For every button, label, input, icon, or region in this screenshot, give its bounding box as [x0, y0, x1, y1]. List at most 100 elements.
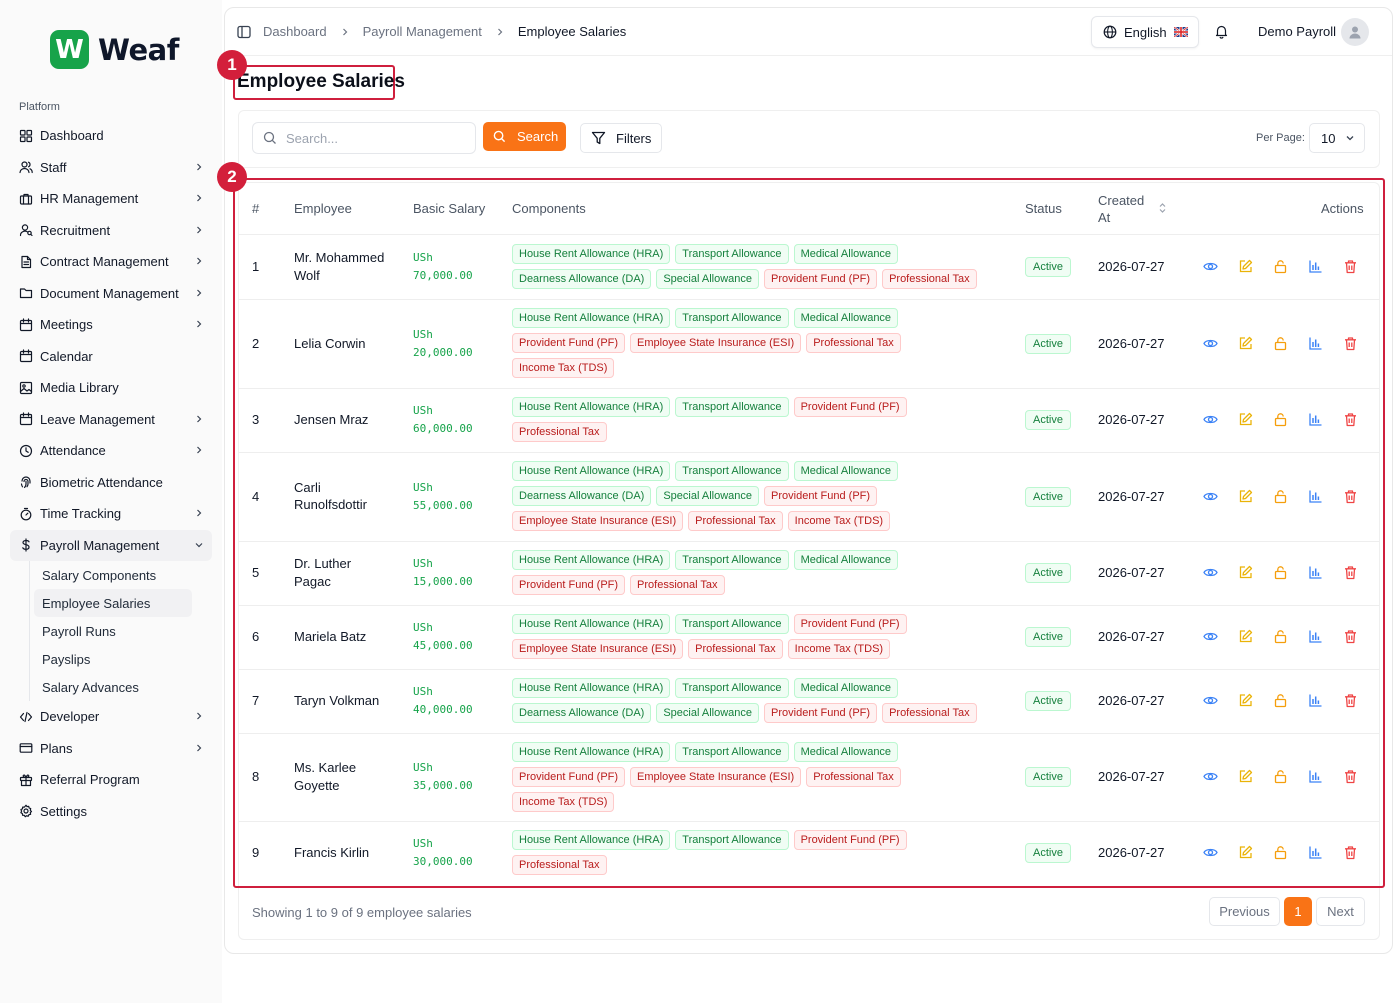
chevron-down-icon — [1347, 136, 1354, 141]
language-label: English — [1124, 24, 1167, 40]
search-field[interactable] — [252, 122, 476, 154]
user-icon — [1349, 26, 1361, 39]
sidebar-item-label: Payroll Management — [40, 537, 160, 553]
sidebar-item-label: Leave Management — [40, 411, 155, 427]
chevron-right-icon — [197, 446, 202, 454]
gift-icon — [19, 774, 33, 786]
submenu-item-payroll-runs[interactable]: Payroll Runs — [34, 617, 192, 645]
sidebar-item-plans[interactable]: Plans — [0, 733, 222, 765]
sidebar-nav: Dashboard Staff HR Management Recruitment Co… — [0, 120, 222, 827]
sidebar-item-time-tracking[interactable]: Time Tracking — [0, 498, 222, 530]
sidebar-item-label: Plans — [40, 740, 73, 756]
chevron-down-icon — [195, 542, 203, 547]
sidebar-item-label: Recruitment — [40, 222, 111, 238]
submenu-item-employee-salaries[interactable]: Employee Salaries — [34, 589, 192, 617]
sidebar-item-label: Biometric Attendance — [40, 474, 163, 490]
filter-icon — [591, 131, 606, 145]
sidebar-item-settings[interactable]: Settings — [0, 796, 222, 828]
chevron-right-icon — [197, 257, 202, 265]
clock-icon — [19, 444, 33, 457]
chevron-right-icon — [197, 163, 202, 170]
sidebar-toggle-icon[interactable] — [237, 25, 251, 39]
page-button-1[interactable]: 1 — [1284, 897, 1312, 926]
user-search-icon — [19, 224, 33, 237]
bell-icon[interactable] — [1214, 24, 1229, 39]
sidebar-item-leave-management[interactable]: Leave Management — [0, 404, 222, 436]
per-page-label: Per Page: — [1256, 132, 1305, 144]
sidebar-item-staff[interactable]: Staff — [0, 152, 222, 184]
per-page-select[interactable]: 10 — [1309, 123, 1365, 153]
page-title: Employee Salaries — [237, 71, 405, 92]
calendar-icon — [19, 318, 33, 331]
chevron-right-icon — [197, 194, 202, 202]
sidebar-item-label: HR Management — [40, 191, 139, 207]
annotation-badge-1: 1 — [217, 50, 247, 80]
users-icon — [19, 161, 33, 174]
sidebar-item-recruitment[interactable]: Recruitment — [0, 215, 222, 247]
annotation-badge-2: 2 — [217, 162, 247, 192]
grid-icon — [19, 129, 33, 142]
sidebar-item-hr-management[interactable]: HR Management — [0, 183, 222, 215]
sidebar-item-label: Media Library — [40, 380, 119, 396]
sidebar-item-referral-program[interactable]: Referral Program — [0, 764, 222, 796]
chevron-right-icon — [497, 28, 503, 35]
search-input[interactable] — [286, 130, 456, 146]
search-button[interactable]: Search — [483, 122, 566, 151]
chevron-right-icon — [197, 744, 202, 751]
pagination-summary: Showing 1 to 9 of 9 employee salaries — [252, 905, 472, 920]
sidebar-item-label: Settings — [40, 803, 87, 819]
folder-icon — [19, 288, 33, 299]
previous-button[interactable]: Previous — [1209, 897, 1280, 926]
sidebar-item-biometric-attendance[interactable]: Biometric Attendance — [0, 467, 222, 499]
filters-button[interactable]: Filters — [580, 123, 662, 153]
sidebar-item-attendance[interactable]: Attendance — [0, 435, 222, 467]
breadcrumb: Dashboard Payroll Management Employee Sa… — [237, 24, 626, 39]
dollar-icon — [22, 538, 30, 552]
app-logo[interactable]: W Weaf — [50, 30, 179, 69]
sidebar-item-label: Meetings — [40, 317, 93, 333]
sidebar-item-meetings[interactable]: Meetings — [0, 309, 222, 341]
chevron-right-icon — [342, 28, 347, 35]
app-name: Weaf — [98, 32, 179, 67]
sidebar-item-calendar[interactable]: Calendar — [0, 341, 222, 373]
gear-icon — [20, 804, 33, 818]
globe-icon — [1103, 25, 1117, 39]
sidebar-item-document-management[interactable]: Document Management — [0, 278, 222, 310]
user-name[interactable]: Demo Payroll — [1258, 24, 1336, 39]
uk-flag-icon — [1173, 27, 1188, 37]
file-icon — [21, 255, 32, 268]
image-icon — [19, 381, 33, 394]
sidebar-item-developer[interactable]: Developer — [0, 701, 222, 733]
search-icon — [493, 130, 506, 143]
language-selector[interactable]: English — [1091, 16, 1199, 48]
sidebar-section-label: Platform — [19, 101, 60, 113]
sidebar-item-label: Dashboard — [40, 128, 104, 144]
chevron-right-icon — [197, 289, 202, 296]
annotation-box-table — [233, 178, 1385, 888]
search-icon — [263, 131, 276, 144]
chevron-right-icon — [197, 320, 202, 328]
chevron-right-icon — [197, 415, 202, 422]
timer-icon — [20, 507, 32, 521]
topbar: Dashboard Payroll Management Employee Sa… — [225, 8, 1392, 56]
submenu-item-payslips[interactable]: Payslips — [34, 645, 192, 673]
sidebar-item-contract-management[interactable]: Contract Management — [0, 246, 222, 278]
chevron-right-icon — [197, 509, 202, 517]
submenu-item-salary-advances[interactable]: Salary Advances — [34, 673, 192, 701]
breadcrumb-item-current: Employee Salaries — [517, 24, 627, 39]
chevron-right-icon — [197, 226, 202, 233]
chevron-right-icon — [197, 712, 202, 720]
avatar[interactable] — [1341, 18, 1369, 46]
sidebar-item-label: Attendance — [40, 443, 106, 459]
sidebar-item-label: Calendar — [40, 348, 93, 364]
briefcase-icon — [19, 193, 33, 205]
sidebar-item-dashboard[interactable]: Dashboard — [0, 120, 222, 152]
sidebar-item-payroll-management[interactable]: Payroll Management — [10, 529, 212, 561]
sidebar: W Weaf Platform Dashboard Staff HR Managem… — [0, 0, 222, 1003]
breadcrumb-item-payroll[interactable]: Payroll Management — [363, 24, 482, 39]
sidebar-item-media-library[interactable]: Media Library — [0, 372, 222, 404]
logo-mark: W — [50, 30, 89, 69]
breadcrumb-item-dashboard[interactable]: Dashboard — [263, 24, 327, 39]
next-button[interactable]: Next — [1316, 897, 1365, 926]
submenu-item-salary-components[interactable]: Salary Components — [34, 561, 192, 589]
